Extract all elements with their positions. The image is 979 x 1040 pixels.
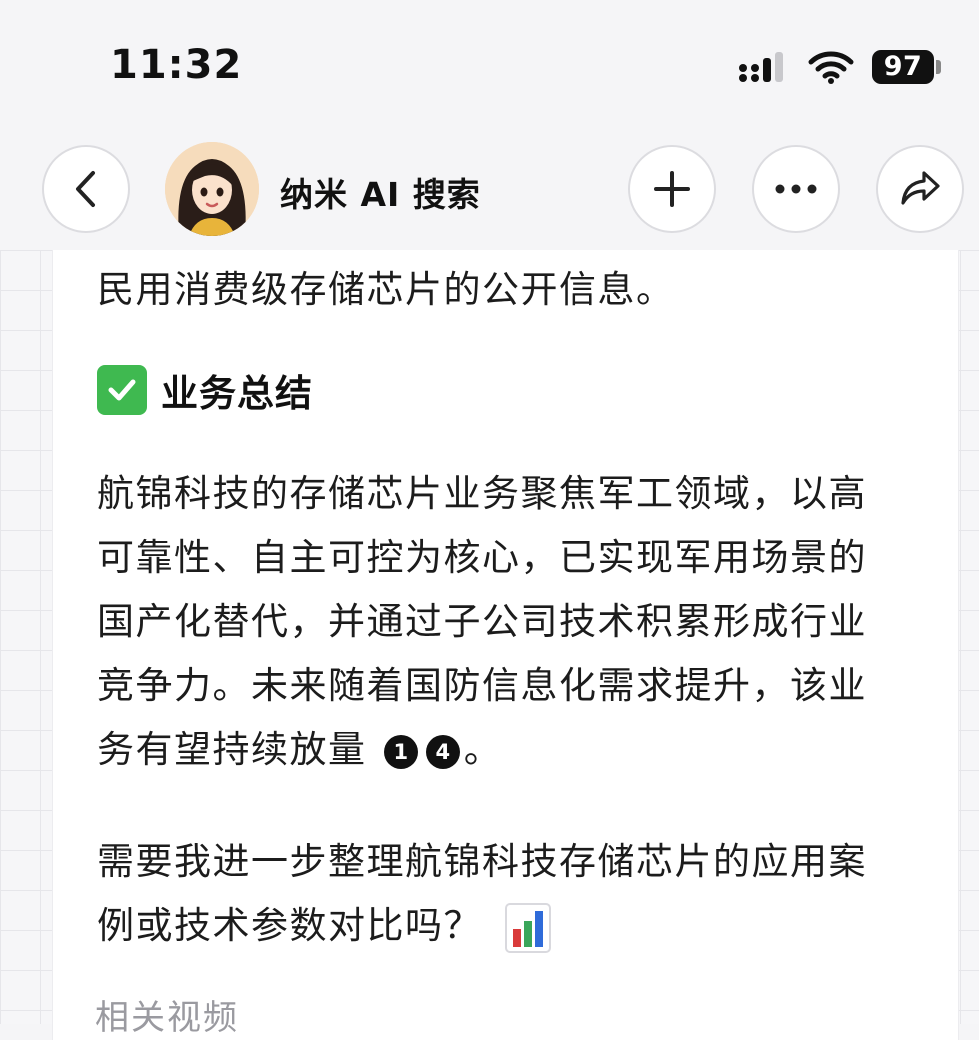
- summary-text: 航锦科技的存储芯片业务聚焦军工领域，以高可靠性、自主可控为核心，已实现军用场景的…: [97, 472, 867, 771]
- citation-badge[interactable]: 4: [425, 734, 460, 769]
- section-heading-text: 业务总结: [161, 372, 313, 415]
- avatar-image: [165, 142, 259, 236]
- avatar[interactable]: [165, 142, 259, 236]
- more-icon: [775, 184, 817, 194]
- citation-badge[interactable]: 1: [383, 734, 418, 769]
- follow-up-question: 需要我进一步整理航锦科技存储芯片的应用案例或技术参数对比吗？: [97, 830, 897, 958]
- status-time: 11:32: [110, 42, 243, 88]
- section-heading: 业务总结: [97, 362, 313, 418]
- bar-chart-icon: [505, 902, 552, 953]
- summary-end: 。: [463, 728, 503, 771]
- signal-icon: [739, 52, 783, 82]
- related-videos-label: 相关视频: [95, 998, 239, 1038]
- battery-nub: [936, 60, 941, 74]
- new-chat-button[interactable]: [628, 145, 716, 233]
- wifi-icon: [808, 51, 854, 84]
- more-button[interactable]: [752, 145, 840, 233]
- summary-paragraph: 航锦科技的存储芯片业务聚焦军工领域，以高可靠性、自主可控为核心，已实现军用场景的…: [97, 462, 897, 782]
- share-icon: [901, 171, 940, 205]
- question-text: 需要我进一步整理航锦科技存储芯片的应用案例或技术参数对比吗？: [97, 840, 867, 947]
- share-button[interactable]: [876, 145, 964, 233]
- back-icon: [76, 171, 95, 207]
- battery-icon: 97: [872, 50, 934, 84]
- check-icon: [97, 365, 147, 415]
- page-title: 纳米 AI 搜索: [280, 175, 481, 214]
- plus-icon: [654, 171, 690, 207]
- answer-top-line: 民用消费级存储芯片的公开信息。: [97, 268, 675, 311]
- battery-level: 97: [883, 51, 923, 82]
- back-button[interactable]: [42, 145, 130, 233]
